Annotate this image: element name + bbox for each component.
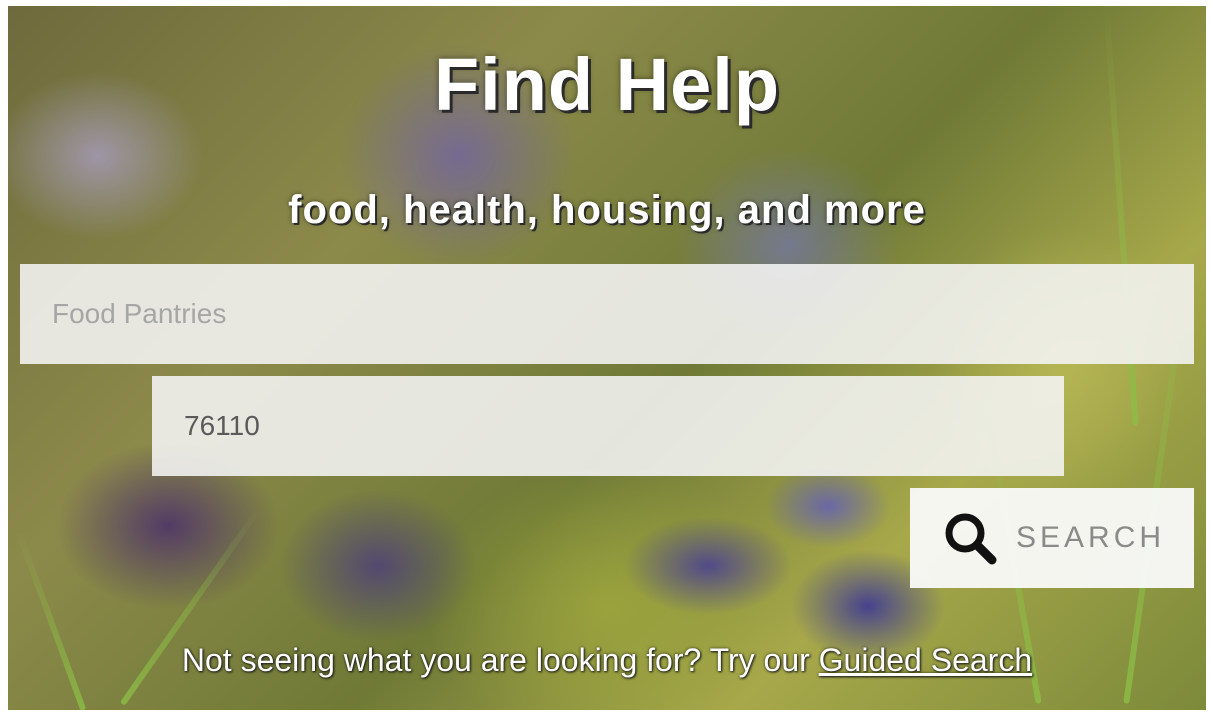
search-button[interactable]: SEARCH	[910, 488, 1194, 588]
guided-search-link[interactable]: Guided Search	[819, 642, 1032, 678]
guided-search-text: Not seeing what you are looking for? Try…	[181, 642, 819, 678]
zip-code-input[interactable]	[152, 376, 1064, 476]
hero-background: Find Help food, health, housing, and mor…	[8, 6, 1206, 710]
search-icon	[945, 513, 997, 565]
search-button-label: SEARCH	[1016, 521, 1166, 554]
grass-blade	[15, 530, 87, 710]
service-search-input[interactable]	[20, 264, 1194, 364]
page-subtitle: food, health, housing, and more	[288, 188, 926, 232]
page-title: Find Help	[433, 43, 781, 126]
guided-search-prompt: Not seeing what you are looking for? Try…	[8, 642, 1206, 679]
